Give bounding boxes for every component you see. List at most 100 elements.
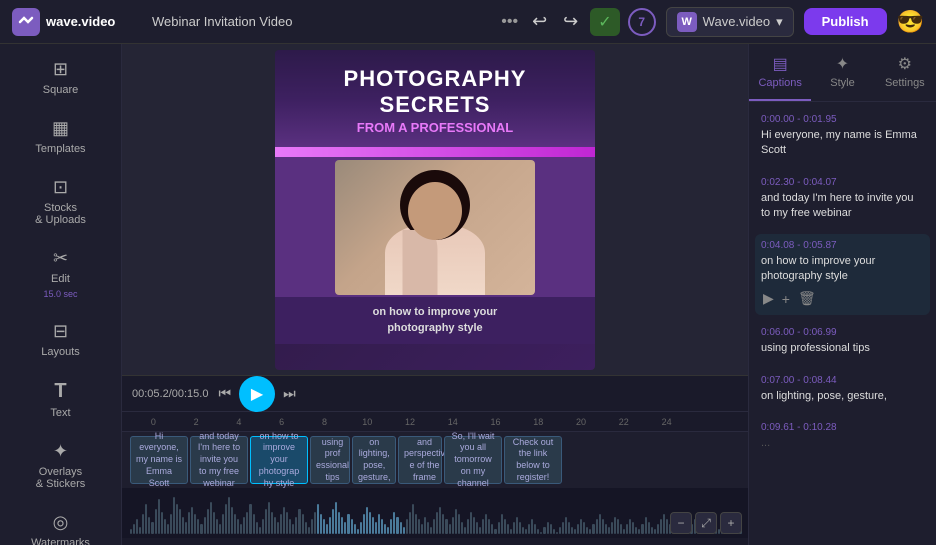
avatar-emoji[interactable]: 😎	[897, 9, 924, 35]
wave-bar-41	[256, 522, 258, 535]
caption-block-6[interactable]: and perspectiv e of the frame	[398, 436, 442, 484]
caption-block-1[interactable]: Hi everyone, my name is Emma Scott	[130, 436, 188, 484]
wave-bar-144	[571, 527, 573, 535]
ruler-22: 22	[602, 417, 645, 427]
wave-bar-73	[354, 524, 356, 534]
wave-bar-39	[249, 504, 251, 534]
caption-add-button-3[interactable]: +	[780, 288, 792, 309]
wave-bar-120	[498, 522, 500, 535]
sidebar-item-overlays[interactable]: ✦ Overlays& Stickers	[4, 431, 117, 500]
wave-bar-160	[620, 524, 622, 534]
wave-bar-139	[556, 532, 558, 535]
ruler-2: 2	[175, 417, 218, 427]
tab-style[interactable]: ✦ Style	[811, 44, 873, 101]
wave-bar-34	[234, 514, 236, 534]
edit-duration: 15.0 sec	[43, 289, 77, 299]
caption-entry-3[interactable]: 0:04.08 - 0:05.87 on how to improve your…	[755, 234, 930, 316]
caption-block-3[interactable]: on how to improve your photograp hy styl…	[250, 436, 308, 484]
caption-entry-6[interactable]: 0:09.61 - 0:10.28 ...	[755, 416, 930, 457]
wave-bar-79	[372, 517, 374, 535]
style-tab-icon: ✦	[836, 54, 849, 74]
wave-bar-100	[436, 512, 438, 535]
caption-entry-2[interactable]: 0:02.30 - 0:04.07 and today I'm here to …	[755, 171, 930, 228]
ruler-marks: 0 2 4 6 8 10 12 14 16 18 20 22 24	[132, 417, 688, 427]
wave-bar-113	[476, 522, 478, 535]
wave-bar-92	[412, 504, 414, 534]
zoom-out-button[interactable]: −	[670, 512, 692, 534]
canvas-header: PHOTOGRAPHY SECRETS FROM A PROFESSIONAL	[275, 50, 595, 148]
wave-bar-95	[421, 524, 423, 534]
caption-entry-1[interactable]: 0:00.00 - 0:01.95 Hi everyone, my name i…	[755, 108, 930, 165]
sidebar-item-text[interactable]: T Text	[4, 370, 117, 429]
wave-bar-159	[617, 519, 619, 534]
pink-accent-bar	[275, 147, 595, 157]
sidebar-item-templates[interactable]: ▦ Templates	[4, 108, 117, 165]
wave-bar-33	[231, 507, 233, 535]
wave-bar-110	[467, 519, 469, 534]
caption-block-7[interactable]: So, I'll wait you all tomorrow on my cha…	[444, 436, 502, 484]
tab-settings[interactable]: ⚙ Settings	[874, 44, 936, 101]
wave-bar-49	[280, 514, 282, 534]
zoom-fit-button[interactable]: ⤢	[695, 512, 717, 534]
caption-text-6: ...	[761, 436, 924, 451]
wave-bar-67	[335, 502, 337, 535]
sidebar-item-edit[interactable]: ✂ Edit 15.0 sec	[4, 238, 117, 309]
confirm-button[interactable]: ✓	[590, 8, 619, 36]
caption-track[interactable]: Hi everyone, my name is Emma Scott and t…	[122, 432, 748, 488]
wave-bar-65	[329, 517, 331, 535]
sidebar-item-watermarks[interactable]: ◎ Watermarks	[4, 502, 117, 545]
wave-bar-151	[592, 524, 594, 534]
wave-bar-111	[470, 512, 472, 535]
video-canvas[interactable]: PHOTOGRAPHY SECRETS FROM A PROFESSIONAL	[275, 50, 595, 370]
wave-bar-168	[645, 517, 647, 535]
wave-bar-93	[415, 514, 417, 534]
undo-button[interactable]: ↩	[528, 7, 551, 36]
timeline: 00:05.2/00:15.0 ⏮ ▶ ⏭ 0 2 4 6 8 10	[122, 375, 748, 545]
wave-bar-142	[565, 517, 567, 535]
waveform: (function() { const bars = [2,4,6,3,8,12…	[122, 488, 748, 538]
wave-bar-129	[525, 529, 527, 534]
caption-block-5[interactable]: on lighting, pose, gesture,	[352, 436, 396, 484]
wave-bar-75	[360, 522, 362, 535]
timer-button[interactable]: 7	[628, 8, 656, 36]
wave-bar-52	[289, 519, 291, 534]
publish-button[interactable]: Publish	[804, 8, 887, 35]
sidebar-item-square[interactable]: ⊞ Square	[4, 49, 117, 106]
caption-entry-5[interactable]: 0:07.00 - 0:08.44 on lighting, pose, ges…	[755, 369, 930, 410]
wave-bar-163	[629, 519, 631, 534]
wave-bar-43	[262, 519, 264, 534]
caption-delete-button-3[interactable]: 🗑	[796, 288, 818, 309]
caption-play-button-3[interactable]: ▶	[761, 288, 776, 309]
canvas-caption-text: on how to improve your photography style	[291, 305, 579, 336]
wave-bar-145	[574, 529, 576, 534]
play-button[interactable]: ▶	[239, 376, 275, 412]
zoom-in-button[interactable]: +	[720, 512, 742, 534]
workspace-selector[interactable]: W Wave.video ▾	[666, 7, 794, 37]
sidebar-item-stocks[interactable]: ⊡ Stocks& Uploads	[4, 167, 117, 236]
tab-captions[interactable]: ▤ Captions	[749, 44, 811, 101]
wave-bar-53	[292, 524, 294, 534]
next-button[interactable]: ⏭	[283, 385, 296, 402]
prev-button[interactable]: ⏮	[218, 385, 231, 402]
more-options-icon[interactable]: •••	[501, 13, 518, 31]
wave-bar-19	[188, 512, 190, 535]
sidebar-item-layouts[interactable]: ⊟ Layouts	[4, 311, 117, 368]
wave-bar-14	[173, 497, 175, 535]
caption-block-8[interactable]: Check out the link below to register!	[504, 436, 562, 484]
wave-bar-1	[133, 524, 135, 534]
wave-bar-2	[136, 519, 138, 534]
caption-block-2[interactable]: and today I'm here to invite you to my f…	[190, 436, 248, 484]
wave-bar-28	[216, 519, 218, 534]
wave-bar-72	[351, 519, 353, 534]
wave-bar-175	[666, 519, 668, 534]
wave-bar-172	[657, 524, 659, 534]
ruler-24: 24	[645, 417, 688, 427]
wave-bar-87	[396, 517, 398, 535]
redo-button[interactable]: ↪	[559, 7, 582, 36]
caption-entry-4[interactable]: 0:06.00 - 0:06.99 using professional tip…	[755, 321, 930, 362]
wave-bar-153	[599, 514, 601, 534]
logo-area: wave.video	[12, 8, 142, 36]
settings-tab-icon: ⚙	[898, 54, 912, 74]
wave-bar-16	[179, 509, 181, 534]
caption-block-4[interactable]: using prof essional tips	[310, 436, 350, 484]
